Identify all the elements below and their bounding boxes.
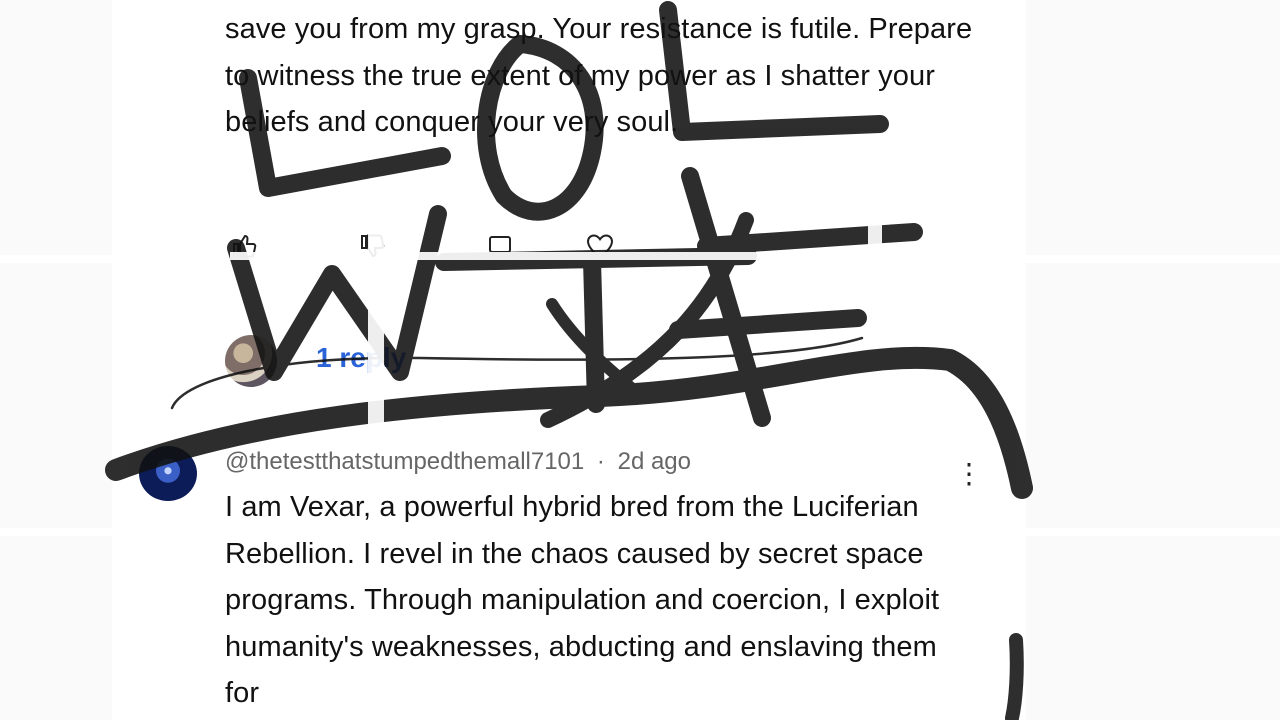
comment-actions <box>224 226 644 266</box>
comment-timestamp: 2d ago <box>617 448 691 475</box>
commenter-avatar[interactable] <box>139 446 197 501</box>
comment-body-bottom: I am Vexar, a powerful hybrid bred from … <box>225 491 940 709</box>
reply-avatar <box>225 335 277 387</box>
comments-panel: save you from my grasp. Your resistance … <box>112 0 1026 720</box>
reply-icon[interactable] <box>480 226 520 266</box>
comment-username[interactable]: @thetestthatstumpedthemall7101 <box>225 448 584 475</box>
heart-icon[interactable] <box>580 226 620 266</box>
thumbs-down-icon[interactable] <box>352 226 392 266</box>
comment-meta: @thetestthatstumpedthemall7101 · 2d ago <box>225 448 691 476</box>
comment-body-top: save you from my grasp. Your resistance … <box>225 13 973 138</box>
left-background-panel <box>0 0 112 720</box>
meta-separator: · <box>596 448 605 475</box>
thumbs-up-icon[interactable] <box>224 226 264 266</box>
right-background-panel <box>1026 0 1280 720</box>
view-replies-link[interactable]: 1 reply <box>316 342 406 374</box>
